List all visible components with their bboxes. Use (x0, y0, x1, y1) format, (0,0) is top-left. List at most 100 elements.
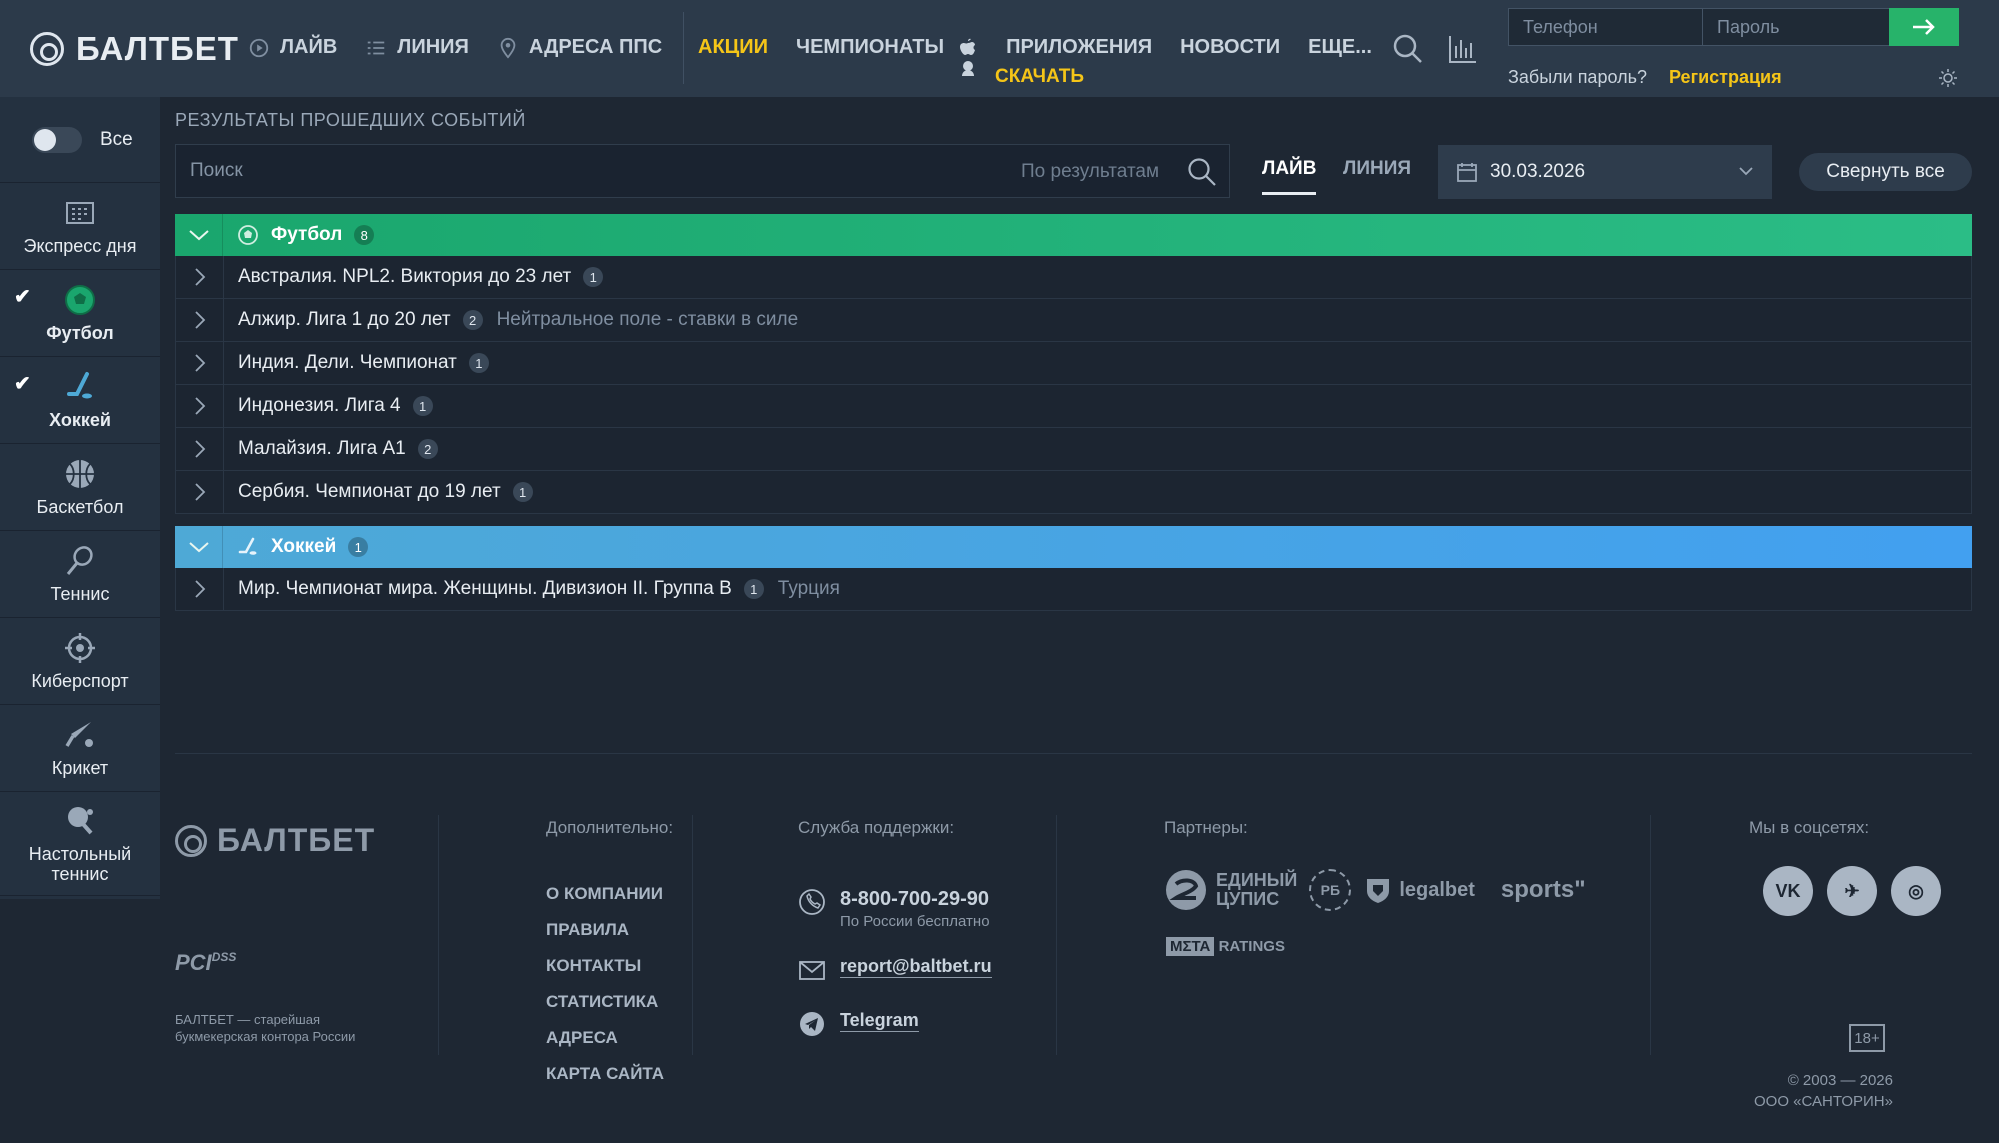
nav-download[interactable]: СКАЧАТЬ (995, 66, 1084, 88)
footer-link-addresses[interactable]: АДРЕСА (546, 1028, 664, 1048)
table-row[interactable]: Малайзия. Лига А1 2 (175, 428, 1972, 471)
sidebar-item-table-tennis[interactable]: Настольный теннис (0, 792, 160, 896)
group-header-football[interactable]: Футбол 8 (175, 214, 1972, 256)
nav-news[interactable]: НОВОСТИ (1180, 36, 1280, 59)
partner-cupis[interactable]: ЕДИНЫЙ ЦУПИС (1164, 868, 1297, 912)
sidebar-item-football[interactable]: ✔ Футбол (0, 270, 160, 357)
sidebar-item-tennis[interactable]: Теннис (0, 531, 160, 618)
nav-divider (683, 12, 684, 84)
sidebar-item-basketball[interactable]: Баскетбол (0, 444, 160, 531)
footer-link-about[interactable]: О КОМПАНИИ (546, 884, 664, 904)
phone-input[interactable] (1508, 8, 1703, 46)
footer-link-contacts[interactable]: КОНТАКТЫ (546, 956, 664, 976)
nav-line[interactable]: ЛИНИЯ (365, 36, 469, 59)
support-email: report@baltbet.ru (798, 956, 992, 984)
crosshair-icon (65, 633, 95, 663)
search-input[interactable] (190, 145, 970, 197)
tennis-racket-icon (66, 546, 93, 575)
footer-logo[interactable]: БАЛТБЕТ (175, 822, 375, 859)
collapse-all-button[interactable]: Свернуть все (1799, 153, 1972, 191)
chevron-right-icon[interactable] (176, 299, 224, 341)
league-name: Мир. Чемпионат мира. Женщины. Дивизион I… (238, 578, 732, 599)
site-logo[interactable]: БАЛТБЕТ (30, 30, 239, 68)
telegram-icon[interactable]: ✈ (1827, 866, 1877, 916)
logo-mark-icon (30, 32, 64, 66)
table-row[interactable]: Алжир. Лига 1 до 20 лет 2 Нейтральное по… (175, 299, 1972, 342)
table-row[interactable]: Сербия. Чемпионат до 19 лет 1 (175, 471, 1972, 514)
partner-sports[interactable]: sports" (1501, 876, 1586, 904)
nav-championships[interactable]: ЧЕМПИОНАТЫ (796, 36, 944, 59)
password-input[interactable] (1702, 8, 1890, 46)
copyright-years: © 2003 — 2026 (1787, 1072, 1893, 1089)
support-email-link[interactable]: report@baltbet.ru (840, 956, 992, 978)
hockey-stick-icon (67, 372, 92, 399)
theme-toggle-icon[interactable] (1938, 68, 1958, 88)
rb-text: РБ (1320, 882, 1341, 898)
footer-partners-heading: Партнеры: (1164, 818, 1248, 837)
event-count-badge: 2 (417, 439, 438, 459)
support-telegram-link[interactable]: Telegram (840, 1010, 919, 1032)
sidebar-item-cricket[interactable]: Крикет (0, 705, 160, 792)
forgot-password-link[interactable]: Забыли пароль? (1508, 67, 1647, 88)
group-header-hockey[interactable]: Хоккей 1 (175, 526, 1972, 568)
nav-addresses[interactable]: АДРЕСА ППС (497, 36, 662, 59)
chevron-down-icon[interactable] (175, 214, 223, 256)
date-picker[interactable]: 30.03.2026 (1438, 145, 1772, 199)
table-row[interactable]: Индия. Дели. Чемпионат 1 (175, 342, 1972, 385)
search-icon[interactable] (1391, 32, 1425, 66)
check-icon: ✔ (14, 373, 31, 395)
chevron-right-icon[interactable] (176, 342, 224, 384)
nav-live[interactable]: ЛАЙВ (248, 36, 337, 59)
logo-mark-icon (175, 824, 207, 857)
logo-text: БАЛТБЕТ (76, 30, 239, 67)
event-count-badge: 1 (512, 482, 533, 502)
sidebar-item-esports[interactable]: Киберспорт (0, 618, 160, 705)
footer-link-statistics[interactable]: СТАТИСТИКА (546, 992, 664, 1012)
all-toggle-switch[interactable] (32, 126, 82, 153)
max-messenger-icon[interactable]: ◎ (1891, 866, 1941, 916)
league-name: Малайзия. Лига А1 (238, 438, 406, 459)
table-row[interactable]: Австралия. NPL2. Виктория до 23 лет 1 (175, 256, 1972, 299)
sidebar-item-label: Хоккей (49, 410, 111, 430)
login-button[interactable] (1889, 8, 1959, 46)
nav-apps[interactable]: ПРИЛОЖЕНИЯ (1006, 36, 1152, 59)
chevron-down-icon[interactable] (175, 526, 223, 568)
nav-promo[interactable]: АКЦИИ (698, 36, 768, 59)
legalbet-text: legalbet (1399, 878, 1475, 901)
sidebar-item-express[interactable]: Экспресс дня (0, 183, 160, 270)
chevron-right-icon[interactable] (176, 256, 224, 298)
chevron-right-icon[interactable] (176, 428, 224, 470)
table-row[interactable]: Мир. Чемпионат мира. Женщины. Дивизион I… (175, 568, 1972, 611)
age-restriction-badge: 18+ (1849, 1024, 1885, 1052)
support-phone-number[interactable]: 8-800-700-29-90 (840, 888, 990, 911)
table-row[interactable]: Индонезия. Лига 4 1 (175, 385, 1972, 428)
footer-logo-text: БАЛТБЕТ (217, 822, 376, 858)
vk-icon[interactable]: VK (1763, 866, 1813, 916)
footer-link-rules[interactable]: ПРАВИЛА (546, 920, 664, 940)
register-link[interactable]: Регистрация (1669, 67, 1782, 88)
tab-live[interactable]: ЛАЙВ (1262, 158, 1317, 195)
footer-link-sitemap[interactable]: КАРТА САЙТА (546, 1064, 664, 1084)
partner-meta-ratings[interactable]: MΣTA RATINGS (1166, 937, 1285, 956)
event-count-badge: 1 (412, 396, 433, 416)
chevron-right-icon[interactable] (176, 568, 224, 610)
main-nav: ЛАЙВ ЛИНИЯ АДРЕСА ППС (248, 36, 690, 59)
partner-rb[interactable]: РБ (1309, 869, 1352, 911)
statistics-icon[interactable] (1446, 32, 1480, 66)
league-name: Индонезия. Лига 4 (238, 395, 401, 416)
footer-divider (1650, 815, 1651, 1055)
sidebar-item-hockey[interactable]: ✔ Хоккей (0, 357, 160, 444)
content-divider (175, 753, 1972, 754)
copyright-company: ООО «САНТОРИН» (1754, 1093, 1893, 1110)
nav-more[interactable]: ЕЩЕ... (1308, 36, 1372, 59)
legalbet-shield-icon (1367, 879, 1390, 903)
search-scope[interactable]: По результатам (1021, 161, 1159, 183)
group-count-badge: 1 (348, 537, 369, 557)
chevron-right-icon[interactable] (176, 385, 224, 427)
tab-line[interactable]: ЛИНИЯ (1343, 158, 1411, 180)
search-icon[interactable] (1186, 156, 1218, 188)
partner-legalbet[interactable]: legalbet (1363, 875, 1475, 905)
chevron-right-icon[interactable] (176, 471, 224, 513)
league-name: Алжир. Лига 1 до 20 лет (238, 309, 451, 330)
sport-group-football: Футбол 8 Австралия. NPL2. Виктория до 23… (175, 214, 1972, 514)
